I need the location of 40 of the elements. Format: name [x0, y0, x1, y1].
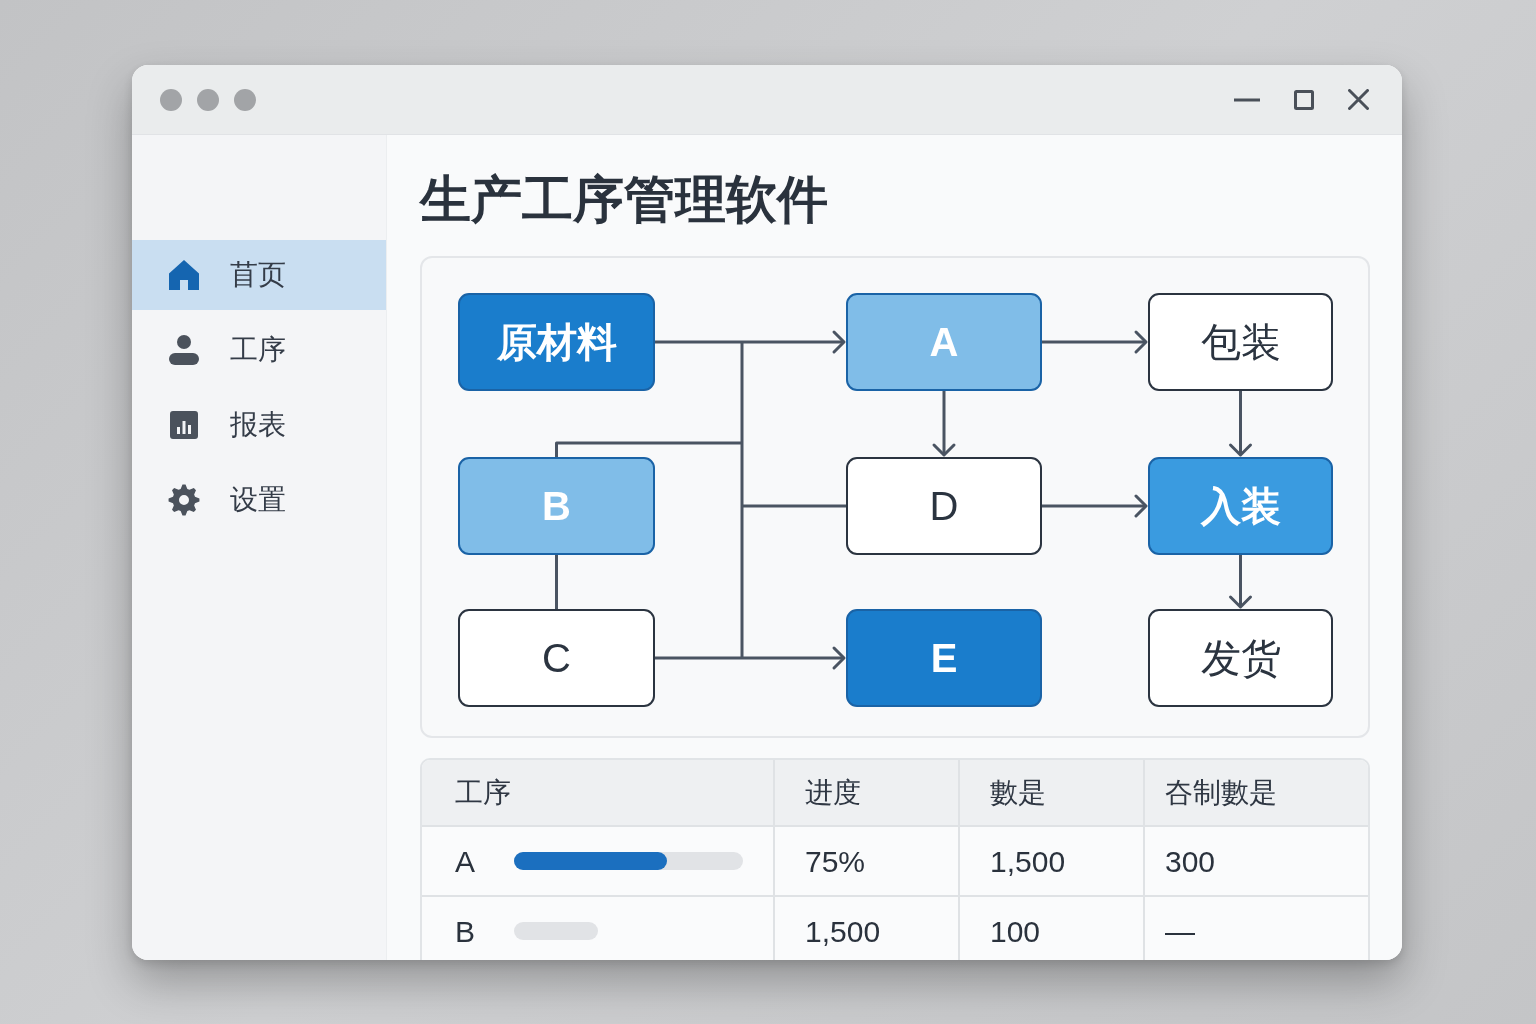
process-node: C	[458, 609, 655, 707]
process-node: 发货	[1148, 609, 1333, 707]
gear-icon	[168, 484, 200, 516]
table-cell-text: B	[455, 913, 475, 950]
table-cell: —	[1144, 896, 1368, 960]
sidebar-item[interactable]: 工序	[132, 315, 386, 385]
bar-chart-icon	[168, 409, 200, 441]
table-cell: 100	[959, 896, 1144, 960]
table-cell: 300	[1144, 826, 1368, 896]
window-dot-icon[interactable]	[160, 88, 182, 111]
column-header: 工序	[422, 760, 774, 826]
table-cell: 1,500	[959, 826, 1144, 896]
process-node: A	[846, 293, 1042, 391]
page-title: 生产工序管理软件	[420, 170, 828, 230]
person-icon	[168, 334, 200, 366]
column-header: 數是	[959, 760, 1144, 826]
sidebar-item[interactable]: 苜页	[132, 240, 386, 310]
minimize-icon[interactable]	[1234, 97, 1260, 102]
window-dot-icon[interactable]	[234, 88, 256, 111]
arrow	[1229, 391, 1252, 457]
home-icon	[168, 259, 200, 291]
maximize-icon[interactable]	[1294, 89, 1314, 110]
sidebar-item[interactable]: 报表	[132, 390, 386, 460]
table-cell-text: A	[455, 843, 475, 880]
table-cell: 75%	[774, 826, 959, 896]
process-node: 入装	[1148, 457, 1333, 555]
process-node: D	[846, 457, 1042, 555]
process-node: 包装	[1148, 293, 1333, 391]
table-cell: 1,500	[774, 896, 959, 960]
window-dot-icon[interactable]	[197, 88, 219, 111]
column-header: 夻制數是	[1144, 760, 1368, 826]
column-header: 进度	[774, 760, 959, 826]
arrow	[1229, 555, 1252, 609]
arrow	[932, 391, 956, 457]
sidebar-item[interactable]: 设置	[132, 465, 386, 535]
process-node: 原材料	[458, 293, 655, 391]
connector-line	[555, 555, 558, 609]
close-icon[interactable]	[1348, 89, 1369, 110]
process-node: B	[458, 457, 655, 555]
process-node: E	[846, 609, 1042, 707]
